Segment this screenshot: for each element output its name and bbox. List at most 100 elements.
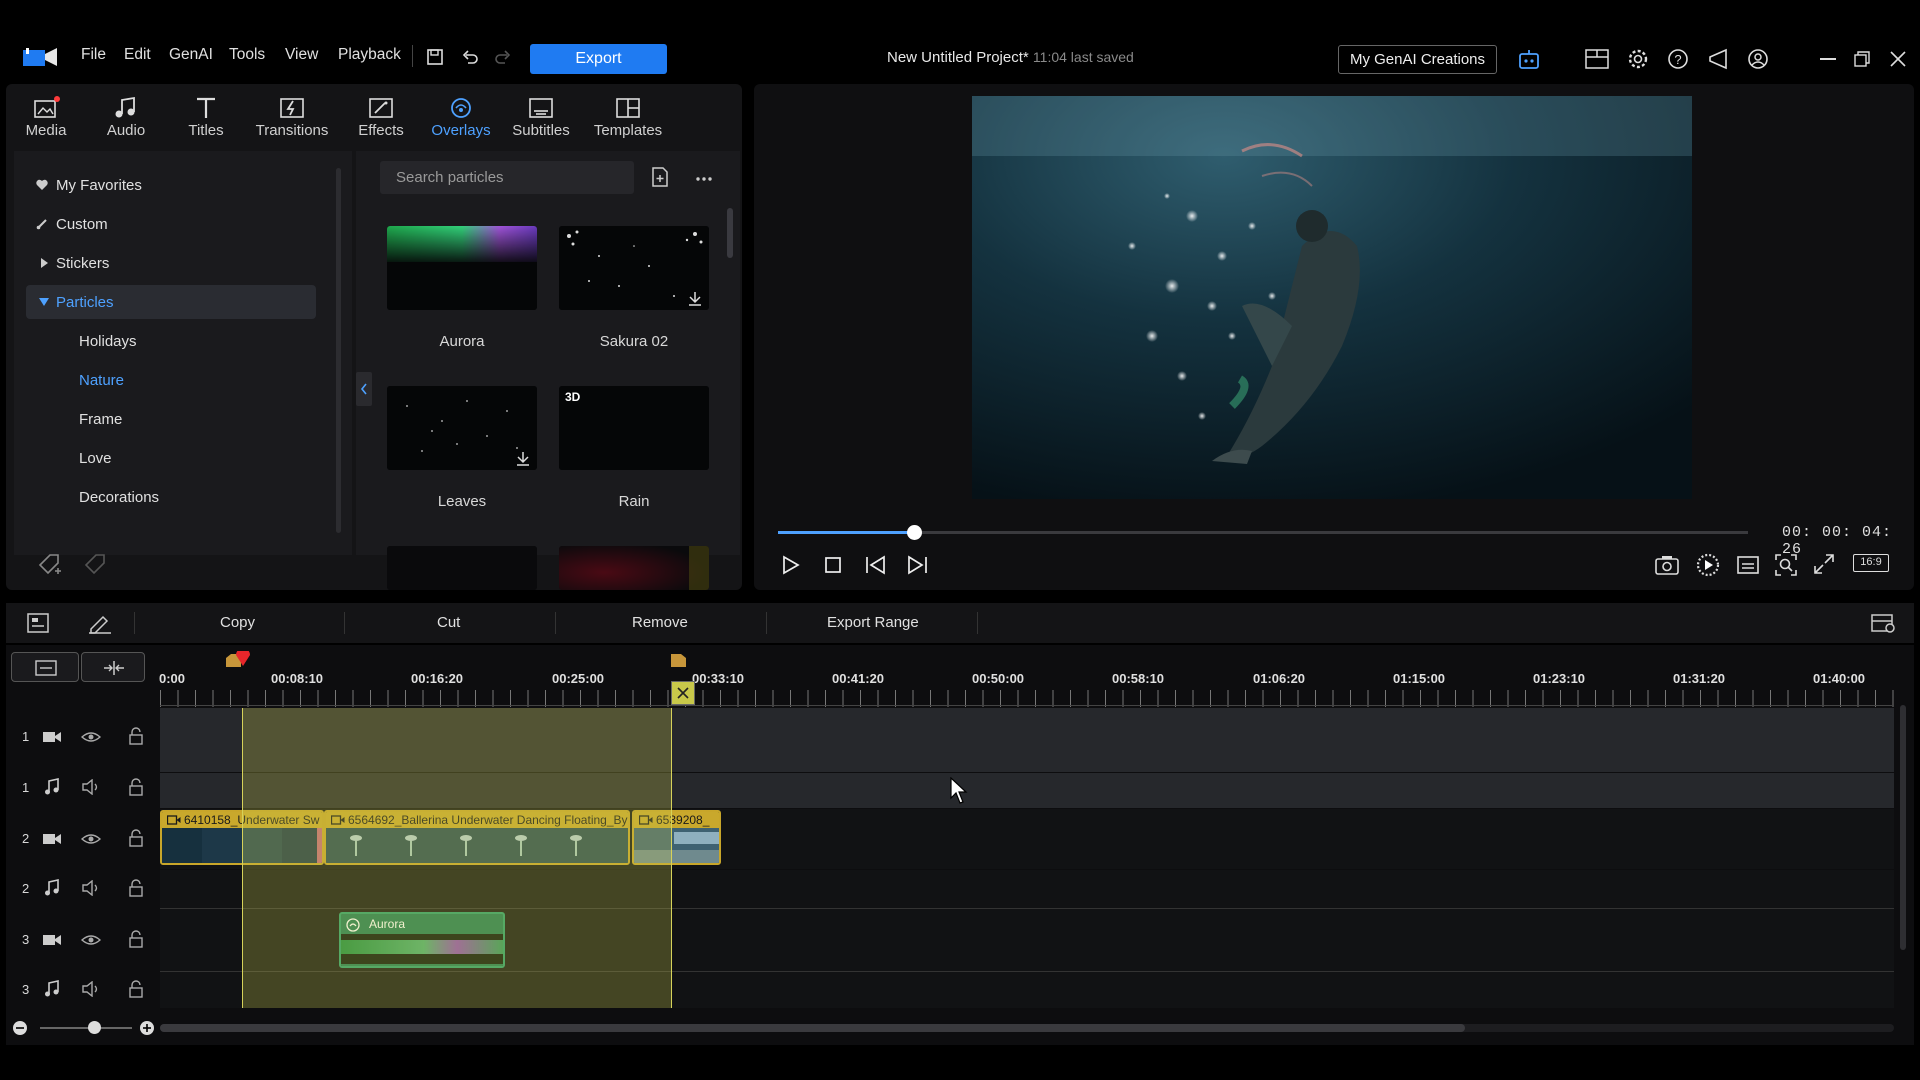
previous-frame-icon[interactable] (864, 554, 888, 576)
collapse-arrow-icon[interactable] (39, 298, 49, 306)
range-end-marker[interactable] (670, 654, 688, 668)
volume-icon[interactable] (81, 880, 101, 896)
zoom-slider[interactable] (40, 1027, 132, 1029)
category-particles[interactable]: Particles (56, 294, 114, 311)
category-my-favorites[interactable]: My Favorites (56, 177, 142, 194)
feedback-icon[interactable] (1707, 48, 1731, 70)
aspect-ratio-button[interactable]: 16:9 (1853, 554, 1889, 572)
restore-icon[interactable] (1854, 51, 1870, 67)
preview-seekbar-handle[interactable] (906, 525, 922, 540)
subtitles-toggle-icon[interactable] (1736, 555, 1760, 575)
tab-effects[interactable]: Effects (341, 94, 421, 139)
tab-transitions[interactable]: Transitions (252, 94, 332, 139)
remove-button[interactable]: Remove (632, 614, 688, 631)
settings-icon[interactable] (1627, 48, 1649, 70)
export-range-button[interactable]: Export Range (827, 614, 919, 631)
volume-icon[interactable] (81, 779, 101, 795)
subcategory-frame[interactable]: Frame (79, 411, 122, 428)
thumb-rain[interactable]: 3D (559, 386, 709, 470)
track-number: 2 (22, 831, 30, 846)
stop-icon[interactable] (823, 555, 843, 575)
lock-icon[interactable] (128, 930, 144, 948)
app-logo-icon[interactable] (22, 46, 58, 68)
menu-playback[interactable]: Playback (338, 46, 401, 64)
category-stickers[interactable]: Stickers (56, 255, 109, 272)
menu-view[interactable]: View (285, 46, 318, 64)
thumb-partial-2[interactable] (559, 546, 709, 590)
export-button[interactable]: Export (530, 44, 667, 74)
more-options-icon[interactable] (695, 176, 713, 182)
collapse-panel-button[interactable] (356, 372, 372, 406)
tab-templates[interactable]: Templates (588, 94, 668, 139)
lock-icon[interactable] (128, 778, 144, 796)
zoom-slider-handle[interactable] (88, 1021, 101, 1034)
tab-media[interactable]: Media (6, 94, 86, 139)
menu-edit[interactable]: Edit (124, 46, 151, 64)
copy-button[interactable]: Copy (220, 614, 255, 631)
help-icon[interactable]: ? (1667, 48, 1689, 70)
redo-icon[interactable] (494, 48, 512, 66)
tab-titles[interactable]: Titles (166, 94, 246, 139)
volume-icon[interactable] (81, 981, 101, 997)
close-icon[interactable] (1890, 51, 1906, 67)
expand-arrow-icon[interactable] (41, 258, 48, 268)
tab-subtitles[interactable]: Subtitles (501, 94, 581, 139)
fullscreen-icon[interactable] (1813, 553, 1835, 575)
tab-overlays[interactable]: Overlays (421, 94, 501, 139)
timeline-vertical-scrollbar[interactable] (1900, 705, 1906, 950)
clip-video-icon (167, 815, 181, 825)
next-frame-icon[interactable] (905, 554, 929, 576)
visibility-eye-icon[interactable] (81, 729, 101, 745)
tab-audio[interactable]: Audio (86, 94, 166, 139)
play-icon[interactable] (779, 554, 801, 576)
preview-seekbar[interactable] (778, 531, 1748, 534)
thumb-sakura-02[interactable] (559, 226, 709, 310)
timeline-horizontal-scrollbar[interactable] (160, 1024, 1465, 1032)
cut-button[interactable]: Cut (437, 614, 460, 631)
timeline-view-icon[interactable] (26, 612, 50, 634)
thumb-leaves[interactable] (387, 386, 537, 470)
lock-icon[interactable] (128, 879, 144, 897)
timeline-settings-icon[interactable] (1870, 612, 1896, 634)
minimize-icon[interactable] (1820, 58, 1836, 60)
preview-quality-icon[interactable] (1695, 553, 1721, 577)
remove-tag-icon[interactable] (84, 553, 110, 575)
import-icon[interactable] (649, 166, 671, 188)
add-tag-icon[interactable] (38, 553, 64, 575)
ruler-label: 01:06:20 (1253, 671, 1306, 686)
thumb-aurora[interactable] (387, 226, 537, 310)
undo-icon[interactable] (461, 48, 479, 66)
lock-icon[interactable] (128, 727, 144, 745)
subcategory-nature[interactable]: Nature (79, 372, 124, 389)
zoom-preview-icon[interactable] (1774, 553, 1798, 577)
snapshot-icon[interactable] (1654, 554, 1680, 576)
menu-tools[interactable]: Tools (229, 46, 265, 64)
search-input[interactable]: Search particles (380, 161, 634, 194)
layout-icon[interactable] (1585, 49, 1609, 69)
selected-range[interactable] (242, 708, 672, 1008)
menu-file[interactable]: File (81, 46, 106, 64)
visibility-eye-icon[interactable] (81, 932, 101, 948)
category-scrollbar[interactable] (336, 168, 341, 533)
visibility-eye-icon[interactable] (81, 831, 101, 847)
account-icon[interactable] (1747, 48, 1769, 70)
track-manager-button[interactable] (11, 652, 79, 682)
subcategory-love[interactable]: Love (79, 450, 112, 467)
zoom-in-icon[interactable] (139, 1020, 155, 1036)
save-icon[interactable] (426, 48, 444, 66)
range-close-icon[interactable] (671, 681, 695, 705)
lock-icon[interactable] (128, 980, 144, 998)
edit-pen-icon[interactable] (87, 612, 113, 634)
zoom-out-icon[interactable] (12, 1020, 28, 1036)
fit-timeline-button[interactable] (81, 652, 145, 682)
lock-icon[interactable] (128, 829, 144, 847)
ai-assistant-icon[interactable] (1517, 47, 1541, 71)
grid-scrollbar[interactable] (727, 208, 733, 258)
subcategory-decorations[interactable]: Decorations (79, 489, 159, 506)
menu-genai[interactable]: GenAI (169, 46, 213, 64)
thumb-partial-1[interactable] (387, 546, 537, 590)
category-custom[interactable]: Custom (56, 216, 108, 233)
playhead-handle[interactable] (234, 651, 252, 667)
my-genai-creations-button[interactable]: My GenAI Creations (1338, 45, 1497, 74)
subcategory-holidays[interactable]: Holidays (79, 333, 137, 350)
